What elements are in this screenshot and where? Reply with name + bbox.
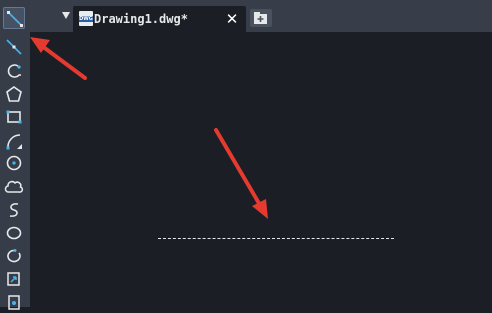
ellipse-tool-button[interactable] xyxy=(3,222,25,244)
construction-line-tool-button[interactable] xyxy=(3,36,25,58)
spline-icon xyxy=(9,203,19,217)
rectangle-icon xyxy=(6,110,22,124)
polyline-icon xyxy=(7,64,21,78)
make-block-icon xyxy=(8,295,20,310)
polygon-icon xyxy=(6,86,22,102)
document-tab-bar: DWG Drawing1.dwg* ✕ xyxy=(30,0,492,32)
draw-toolbar xyxy=(0,0,30,310)
arc-icon xyxy=(6,134,22,150)
arrow-to-line-tool xyxy=(30,37,87,80)
ellipse-arc-icon xyxy=(7,249,21,263)
dwg-file-icon-label: DWG xyxy=(79,16,93,22)
annotation-arrows xyxy=(30,37,268,219)
insert-block-icon xyxy=(7,272,20,286)
rectangle-tool-button[interactable] xyxy=(3,106,25,128)
line-tool-button[interactable] xyxy=(3,7,25,29)
revision-cloud-icon xyxy=(4,180,24,193)
ellipse-icon xyxy=(6,226,22,240)
arrow-to-dashed-line xyxy=(214,128,268,219)
circle-tool-button[interactable] xyxy=(3,152,25,174)
construction-line-icon xyxy=(6,39,22,55)
new-tab-icon xyxy=(254,12,267,24)
arc-tool-button[interactable] xyxy=(3,130,25,152)
dashed-line-entity[interactable] xyxy=(158,238,394,239)
revision-cloud-tool-button[interactable] xyxy=(3,176,25,198)
make-block-tool-button[interactable] xyxy=(3,291,25,313)
document-tab[interactable]: DWG Drawing1.dwg* ✕ xyxy=(73,6,246,32)
polygon-tool-button[interactable] xyxy=(3,83,25,105)
tab-list-dropdown-icon[interactable] xyxy=(62,12,70,19)
polyline-tool-button[interactable] xyxy=(3,60,25,82)
dwg-file-icon: DWG xyxy=(79,11,93,26)
document-tab-title: Drawing1.dwg* xyxy=(94,12,188,26)
new-drawing-tab-button[interactable] xyxy=(250,9,272,27)
circle-icon xyxy=(6,155,22,171)
insert-block-tool-button[interactable] xyxy=(3,268,25,290)
ellipse-arc-tool-button[interactable] xyxy=(3,245,25,267)
close-tab-icon[interactable]: ✕ xyxy=(225,11,239,27)
spline-tool-button[interactable] xyxy=(3,199,25,221)
line-icon xyxy=(7,11,23,27)
